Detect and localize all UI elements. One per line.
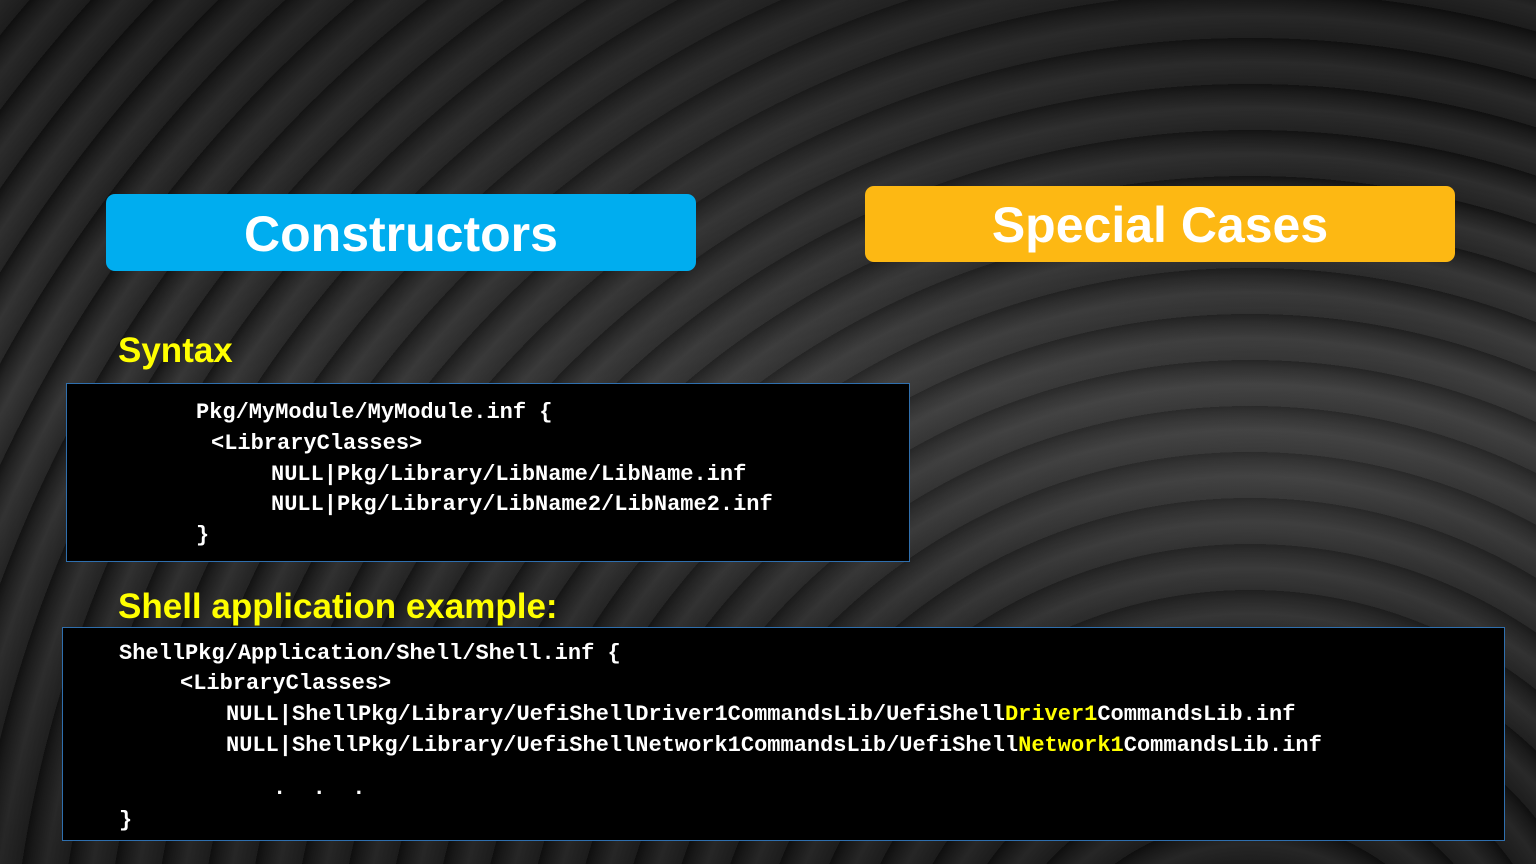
code-line: <LibraryClasses> xyxy=(180,671,392,696)
code-line: NULL|ShellPkg/Library/UefiShellDriver1Co… xyxy=(226,702,1295,727)
code-line: <LibraryClasses> xyxy=(211,431,423,456)
constructors-button[interactable]: Constructors xyxy=(106,194,696,271)
code-line: NULL|ShellPkg/Library/UefiShellNetwork1C… xyxy=(226,733,1322,758)
code-text: CommandsLib.inf xyxy=(1123,733,1322,758)
code-text: CommandsLib.inf xyxy=(1097,702,1296,727)
code-line: Pkg/MyModule/MyModule.inf { xyxy=(196,400,553,425)
shell-example-heading: Shell application example: xyxy=(118,587,558,626)
code-line: NULL|Pkg/Library/LibName2/LibName2.inf xyxy=(271,492,773,517)
code-line: ShellPkg/Application/Shell/Shell.inf { xyxy=(119,641,621,666)
special-cases-button[interactable]: Special Cases xyxy=(865,186,1455,262)
code-line: } xyxy=(119,808,133,833)
syntax-code-block: Pkg/MyModule/MyModule.inf { <LibraryClas… xyxy=(66,383,910,562)
shell-code-block: ShellPkg/Application/Shell/Shell.inf { <… xyxy=(62,627,1505,841)
code-line: NULL|Pkg/Library/LibName/LibName.inf xyxy=(271,462,747,487)
ellipsis: . . . xyxy=(273,776,366,801)
code-text: NULL|ShellPkg/Library/UefiShellNetwork1C… xyxy=(226,733,1019,758)
syntax-heading: Syntax xyxy=(118,331,233,370)
code-line: } xyxy=(196,523,210,548)
code-text: NULL|ShellPkg/Library/UefiShellDriver1Co… xyxy=(226,702,1005,727)
highlighted-text: Driver1 xyxy=(1004,702,1098,727)
highlighted-text: Network1 xyxy=(1018,733,1124,758)
